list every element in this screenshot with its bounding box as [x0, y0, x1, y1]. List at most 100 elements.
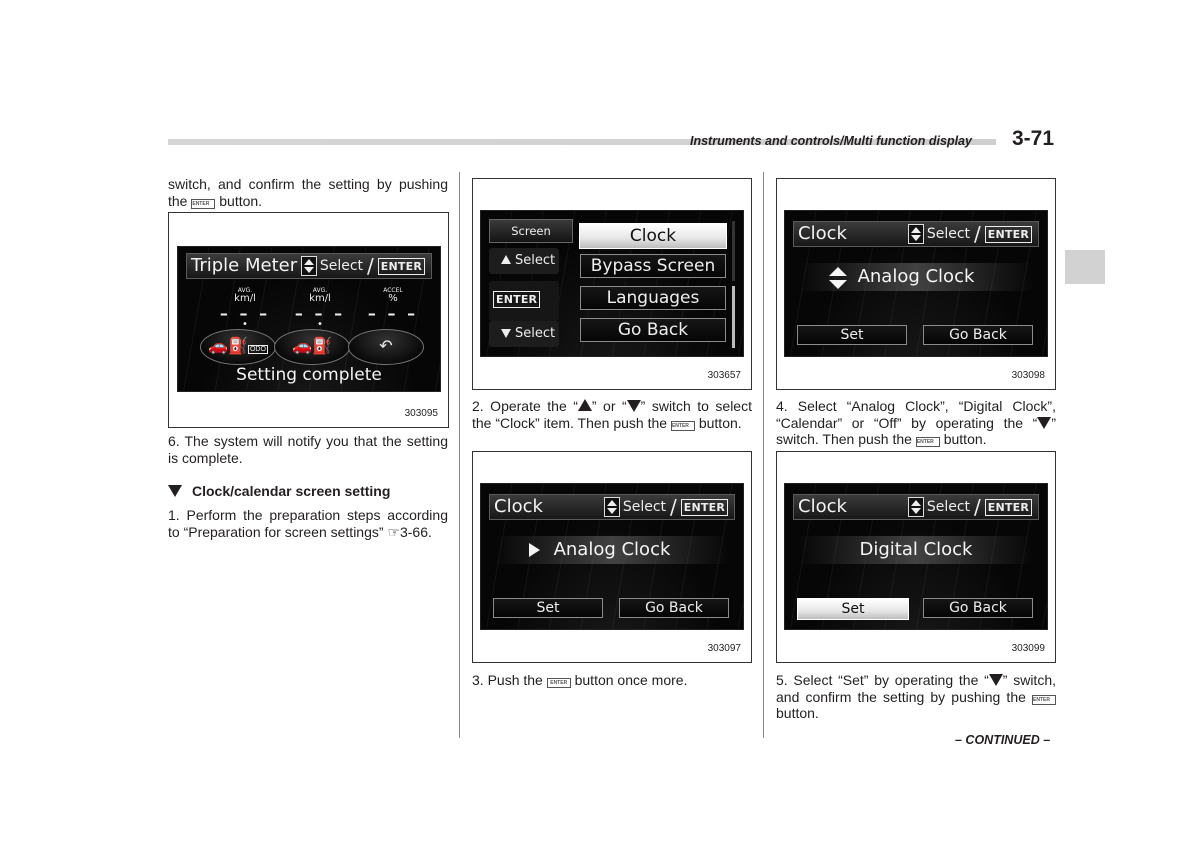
- step-4-text: 4. Select “Analog Clock”, “Digital Clock…: [776, 398, 1056, 431]
- enter-icon: ENTER: [680, 498, 728, 516]
- scrollbar-thumb[interactable]: [732, 286, 735, 348]
- menu-item-bypass-screen[interactable]: Bypass Screen: [580, 254, 726, 278]
- set-button[interactable]: Set: [797, 598, 909, 620]
- select-label: Select: [926, 499, 971, 515]
- intro-text: switch, and confirm the setting by pushi…: [168, 176, 448, 209]
- go-back-button[interactable]: Go Back: [619, 598, 729, 618]
- up-down-icon: [300, 256, 317, 276]
- clock-option-label: Analog Clock: [857, 266, 975, 287]
- select-label: Select: [622, 499, 667, 515]
- select-enter-hint: Select / ENTER: [907, 222, 1032, 246]
- enter-button-icon: ENTER: [670, 420, 695, 431]
- step-3-text: button once more.: [574, 672, 688, 688]
- clock-option[interactable]: Analog Clock: [481, 536, 743, 564]
- section-title: Instruments and controls/Multi function …: [690, 134, 972, 148]
- select-label: Select: [319, 258, 364, 274]
- odo-label: ODO: [247, 345, 268, 354]
- slash: /: [670, 495, 677, 519]
- step-2: 2. Operate the “” or “” switch to select…: [472, 398, 752, 431]
- figure-triple-meter: Triple Meter Select / ENTER AVG. km/l – …: [168, 212, 449, 428]
- set-button[interactable]: Set: [493, 598, 603, 618]
- meter-accel: ACCEL % – – –: [358, 287, 428, 322]
- step-2-text: ” or “: [591, 398, 627, 414]
- display-screen: Screen Setting Select ENTER Select Clock…: [480, 210, 744, 357]
- triangle-up-icon: [577, 399, 592, 411]
- up-down-icon: [907, 497, 924, 517]
- dial-fuel-trip: 🚗⛽: [274, 329, 350, 365]
- screen-titlebar: Triple Meter Select / ENTER: [186, 253, 432, 279]
- triangle-down-icon: [501, 329, 511, 338]
- screen-title: Clock: [494, 496, 543, 517]
- enter-button-icon: ENTER: [915, 437, 940, 448]
- enter-icon: ENTER: [377, 257, 425, 275]
- chapter-thumb-tab: [1065, 250, 1105, 284]
- set-button[interactable]: Set: [797, 325, 907, 345]
- menu-item-languages[interactable]: Languages: [580, 286, 726, 310]
- step-2-text: 2. Operate the “: [472, 398, 578, 414]
- fuel-trip-icon: 🚗⛽: [292, 338, 332, 355]
- up-down-icon: [603, 497, 620, 517]
- section-heading-text: Clock/calendar screen setting: [192, 483, 391, 499]
- figure-clock-analog-selecting: Clock Select / ENTER Analog Clock Set Go…: [776, 178, 1056, 390]
- select-label: Select: [926, 226, 971, 242]
- column-divider: [459, 172, 460, 738]
- figure-screen-setting: Screen Setting Select ENTER Select Clock…: [472, 178, 752, 390]
- page-number: 3-71: [1012, 127, 1055, 150]
- go-back-button[interactable]: Go Back: [923, 325, 1033, 345]
- fuel-odo-icon: 🚗⛽ ODO: [208, 338, 268, 355]
- menu-item-clock[interactable]: Clock: [579, 223, 727, 249]
- dial-accelerator: ↶: [348, 329, 424, 365]
- meter-unit: km/l: [234, 293, 256, 304]
- slash: /: [974, 495, 981, 519]
- enter-hint: ENTER: [489, 281, 559, 321]
- display-screen: Triple Meter Select / ENTER AVG. km/l – …: [177, 246, 441, 392]
- step-3: 3. Push the ENTER button once more.: [472, 672, 752, 689]
- display-screen: Clock Select / ENTER Analog Clock Set Go…: [480, 483, 744, 630]
- go-back-button[interactable]: Go Back: [923, 598, 1033, 618]
- step-1: 1. Perform the preparation steps accordi…: [168, 507, 448, 540]
- triangle-down-icon: [1037, 416, 1052, 429]
- clock-option-label: Digital Clock: [859, 539, 973, 560]
- page-reference-link[interactable]: ☞3-66.: [387, 524, 431, 540]
- meter-unit: %: [388, 293, 398, 304]
- continued-label: – CONTINUED –: [955, 733, 1051, 747]
- up-down-icon: [907, 224, 924, 244]
- meter-value: – – –: [367, 304, 419, 323]
- triangle-down-icon: [988, 674, 1003, 686]
- scrollbar-track[interactable]: [732, 221, 735, 281]
- screen-titlebar: Clock Select / ENTER: [793, 494, 1039, 520]
- enter-icon: ENTER: [984, 225, 1032, 243]
- triangle-up-icon: [501, 255, 511, 264]
- slash: /: [974, 222, 981, 246]
- clock-option[interactable]: Analog Clock: [785, 263, 1047, 291]
- up-down-arrows-icon: [829, 267, 847, 289]
- clock-option[interactable]: Digital Clock: [785, 536, 1047, 564]
- play-arrow-icon: [529, 543, 540, 557]
- step-3-text: 3. Push the: [472, 672, 543, 688]
- display-screen: Clock Select / ENTER Analog Clock Set Go…: [784, 210, 1048, 357]
- step-4-text: button.: [943, 431, 987, 448]
- enter-button-icon: ENTER: [546, 678, 571, 688]
- figure-id: 303095: [404, 408, 438, 419]
- triangle-down-icon: [168, 485, 182, 497]
- enter-button-icon: ENTER: [191, 198, 216, 209]
- step-4: 4. Select “Analog Clock”, “Digital Clock…: [776, 398, 1056, 448]
- meter-avg-fuel-1: AVG. km/l – – – •: [210, 287, 280, 330]
- select-enter-hint: Select / ENTER: [907, 495, 1032, 519]
- clock-option-label: Analog Clock: [553, 539, 671, 560]
- enter-icon: ENTER: [984, 498, 1032, 516]
- accelerator-pedal-icon: ↶: [379, 338, 393, 355]
- figure-id: 303097: [707, 643, 741, 654]
- select-enter-hint: Select / ENTER: [603, 495, 728, 519]
- down-select-hint: Select: [489, 321, 559, 347]
- select-label: Select: [515, 326, 556, 341]
- menu-item-go-back[interactable]: Go Back: [580, 318, 726, 342]
- enter-button-icon: ENTER: [1032, 694, 1057, 705]
- column-divider: [763, 172, 764, 738]
- screen-title: Clock: [798, 496, 847, 517]
- figure-id: 303098: [1011, 370, 1045, 381]
- dial-fuel-odo: 🚗⛽ ODO: [200, 329, 276, 365]
- triangle-down-icon: [626, 400, 641, 412]
- screen-title: Clock: [798, 223, 847, 244]
- select-enter-hint: Select / ENTER: [300, 254, 425, 278]
